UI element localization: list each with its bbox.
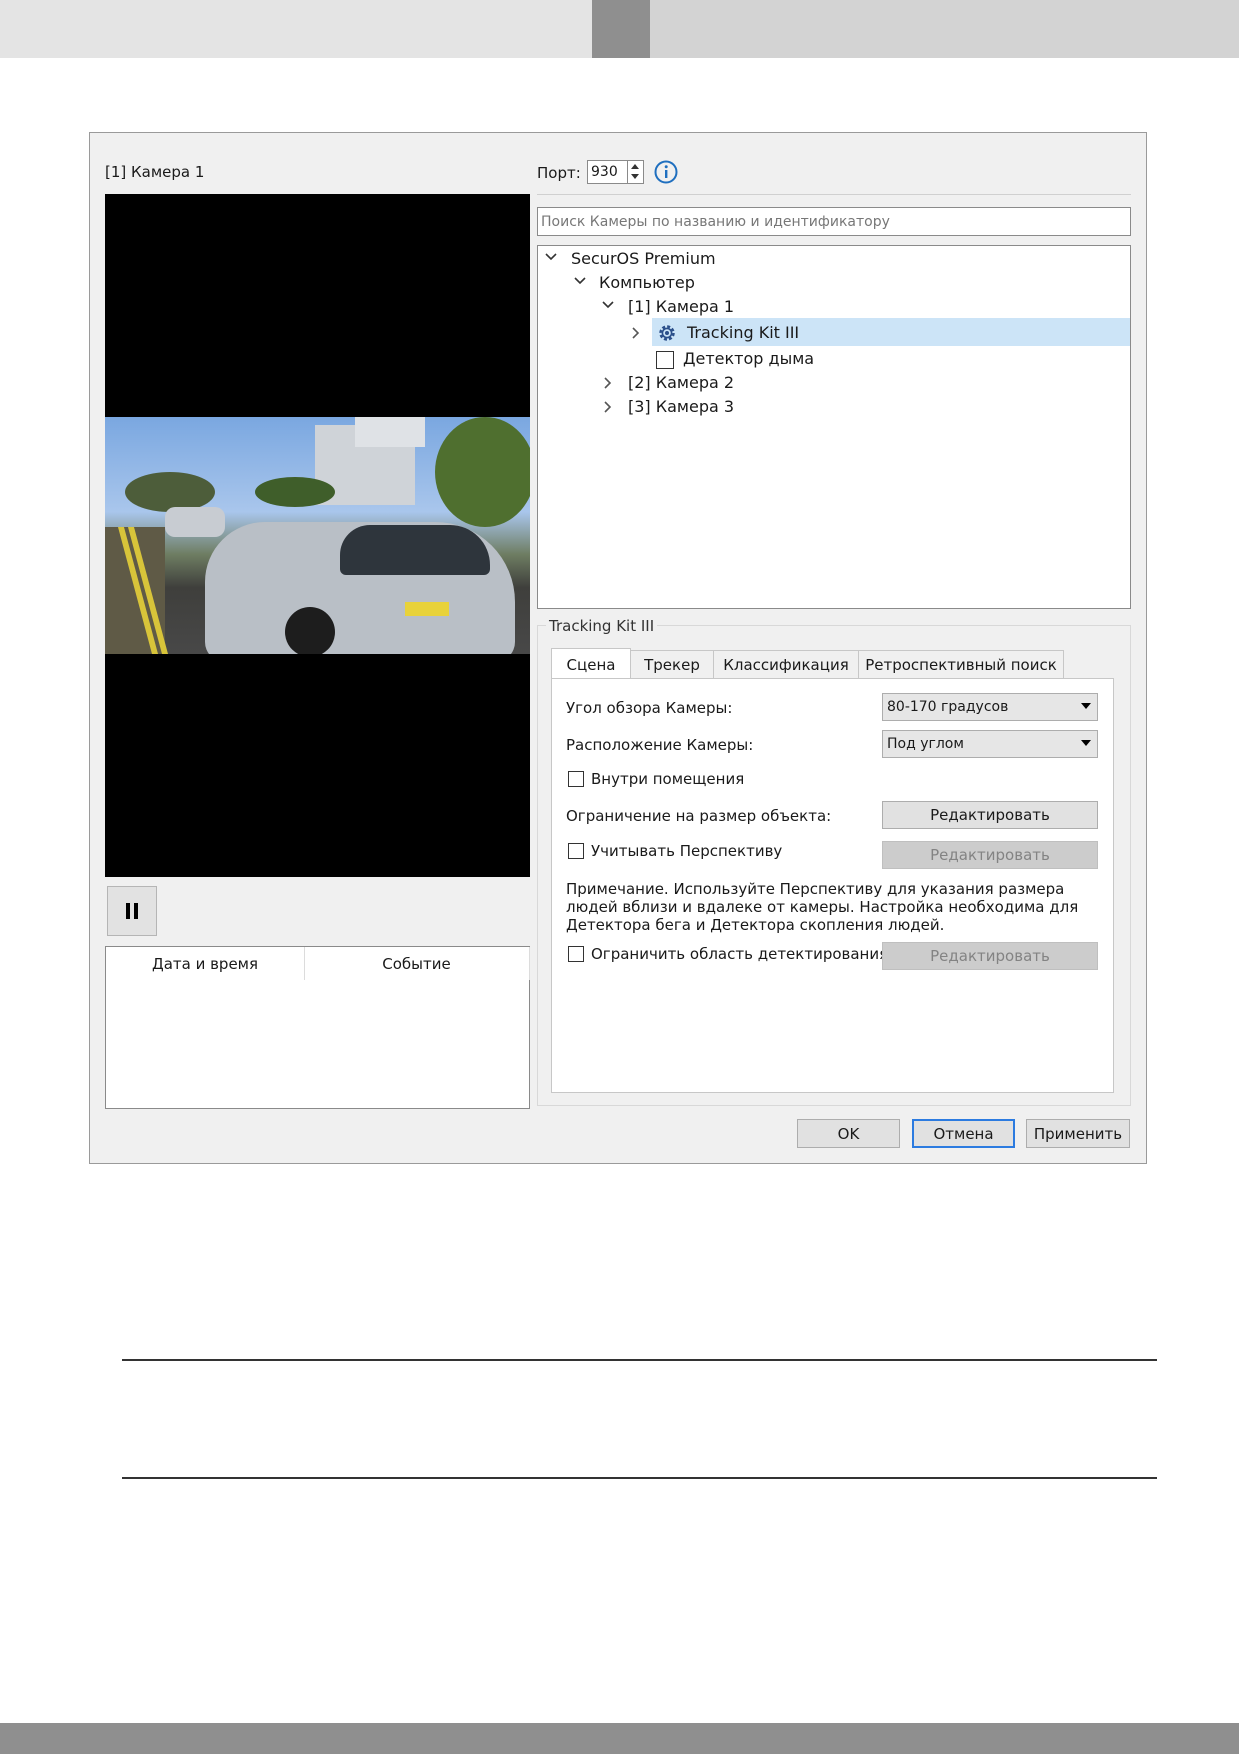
dropdown-arrow-icon	[1081, 703, 1091, 709]
tree-node-tracking-kit[interactable]: Tracking Kit III	[687, 323, 799, 342]
smoke-detector-checkbox[interactable]	[656, 351, 674, 369]
camera-fov-label: Угол обзора Камеры:	[566, 699, 733, 717]
tree-node-computer[interactable]: Компьютер	[599, 273, 695, 292]
chevron-right-icon[interactable]	[603, 401, 613, 413]
camera-title: [1] Камера 1	[105, 163, 205, 181]
tree-node-camera-1[interactable]: [1] Камера 1	[628, 297, 734, 316]
camera-fov-select[interactable]: 80-170 градусов	[882, 693, 1098, 721]
horizontal-rule	[122, 1477, 1157, 1479]
tree-node-smoke-detector[interactable]: Детектор дыма	[683, 349, 814, 368]
perspective-checkbox[interactable]	[568, 843, 584, 859]
separator	[537, 194, 1131, 195]
pause-icon	[126, 903, 138, 919]
ok-button[interactable]: OK	[797, 1119, 900, 1148]
camera-position-value: Под углом	[887, 736, 964, 752]
port-label: Порт:	[537, 164, 581, 182]
camera-fov-value: 80-170 градусов	[887, 699, 1009, 715]
page-header-tab	[592, 0, 650, 58]
tree-node-securos[interactable]: SecurOS Premium	[571, 249, 716, 268]
tab-scene[interactable]: Сцена	[551, 648, 631, 680]
size-limit-edit-button[interactable]: Редактировать	[882, 801, 1098, 829]
dropdown-arrow-icon	[1081, 740, 1091, 746]
object-tree	[537, 245, 1131, 609]
perspective-note: Примечание. Используйте Перспективу для …	[566, 880, 1079, 934]
tree-node-camera-3[interactable]: [3] Камера 3	[628, 397, 734, 416]
port-value: 930	[591, 164, 618, 180]
chevron-down-icon[interactable]	[602, 300, 614, 310]
page-footer-bar	[0, 1723, 1239, 1754]
camera-position-label: Расположение Камеры:	[566, 736, 754, 754]
camera-frame	[105, 417, 530, 654]
page-header-left	[0, 0, 592, 58]
chevron-down-icon[interactable]	[574, 276, 586, 286]
column-header-event[interactable]: Событие	[304, 947, 530, 980]
horizontal-rule	[122, 1359, 1157, 1361]
page-header-right	[650, 0, 1239, 58]
port-stepper[interactable]	[627, 161, 643, 183]
camera-search-input[interactable]: Поиск Камеры по названию и идентификатор…	[537, 207, 1131, 236]
chevron-right-icon[interactable]	[603, 377, 613, 389]
apply-button[interactable]: Применить	[1026, 1119, 1130, 1148]
pause-button[interactable]	[107, 886, 157, 936]
events-table: Дата и время Событие	[105, 946, 530, 1109]
tab-tracker[interactable]: Трекер	[630, 650, 714, 678]
chevron-right-icon[interactable]	[631, 327, 641, 339]
video-view	[105, 194, 530, 877]
limit-area-label: Ограничить область детектирования	[591, 945, 889, 963]
tab-classification[interactable]: Классификация	[713, 650, 859, 678]
perspective-edit-button[interactable]: Редактировать	[882, 841, 1098, 869]
info-icon[interactable]	[654, 160, 678, 184]
perspective-label: Учитывать Перспективу	[591, 842, 783, 860]
column-header-datetime[interactable]: Дата и время	[106, 947, 305, 980]
limit-area-edit-button[interactable]: Редактировать	[882, 942, 1098, 970]
tab-retrospective-search[interactable]: Ретроспективный поиск	[858, 650, 1064, 678]
port-spinbox[interactable]: 930	[587, 160, 644, 184]
size-limit-label: Ограничение на размер объекта:	[566, 807, 832, 825]
gear-icon	[659, 325, 675, 341]
limit-area-checkbox[interactable]	[568, 946, 584, 962]
camera-position-select[interactable]: Под углом	[882, 730, 1098, 758]
indoor-checkbox[interactable]	[568, 771, 584, 787]
indoor-label: Внутри помещения	[591, 770, 745, 788]
cancel-button[interactable]: Отмена	[912, 1119, 1015, 1148]
tree-node-camera-2[interactable]: [2] Камера 2	[628, 373, 734, 392]
chevron-down-icon[interactable]	[545, 252, 557, 262]
group-title: Tracking Kit III	[546, 617, 658, 635]
